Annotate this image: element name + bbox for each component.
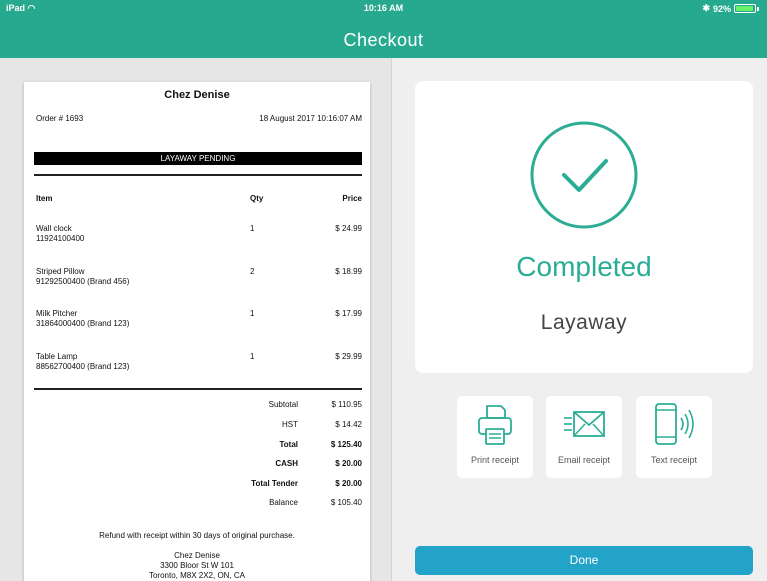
battery-percent: 92% (712, 3, 731, 14)
receipt-pane[interactable]: Chez Denise Order # 1693 18 August 2017 … (0, 58, 392, 581)
total-row-cash: CASH $ 20.00 (24, 459, 370, 470)
clock: 10:16 AM (363, 3, 404, 13)
page-title: Checkout (343, 30, 424, 50)
completion-card: Completed Layaway (415, 81, 753, 373)
item-sku: 31864000400 (Brand 123) (36, 319, 130, 328)
footer-address-line-2: Toronto, M8X 2X2, ON, CA (148, 571, 246, 580)
total-row-balance: Balance $ 105.40 (24, 498, 370, 509)
phone-icon (655, 403, 694, 445)
receipt-divider (34, 388, 362, 390)
receipt-order-number: Order # 1693 (36, 114, 84, 123)
envelope-icon (564, 411, 605, 437)
email-receipt-label: Email receipt (557, 455, 611, 465)
receipt-store-name: Chez Denise (164, 89, 230, 101)
total-row-total: Total $ 125.40 (24, 440, 370, 451)
top-bar: iPad ◠ 10:16 AM ✱ 92% Checkout (0, 0, 767, 58)
done-button[interactable]: Done (415, 546, 753, 575)
item-qty: 1 (250, 309, 255, 318)
total-row-tender: Total Tender $ 20.00 (24, 479, 370, 490)
checkmark-circle-icon (530, 121, 638, 229)
receipt-status-banner: LAYAWAY PENDING (34, 152, 362, 165)
text-receipt-button[interactable]: Text receipt (636, 396, 712, 478)
receipt-line-item: Table Lamp 88562700400 (Brand 123) (36, 352, 129, 372)
receipt-line-item: Striped Pillow 91292500400 (Brand 456) (36, 267, 129, 287)
item-name: Striped Pillow (36, 267, 85, 276)
completed-status: Completed (516, 251, 652, 282)
item-sku: 91292500400 (Brand 456) (36, 277, 130, 286)
item-price: $ 24.99 (335, 224, 362, 233)
total-row-subtotal: Subtotal $ 110.95 (24, 400, 370, 411)
item-sku: 11924100400 (36, 234, 85, 243)
total-label: Subtotal (268, 400, 298, 409)
print-receipt-button[interactable]: Print receipt (457, 396, 533, 478)
item-qty: 2 (250, 267, 255, 276)
status-bar: iPad ◠ 10:16 AM ✱ 92% (0, 0, 767, 17)
column-item-header: Item (36, 194, 53, 203)
receipt-line-item: Wall clock 11924100400 (36, 224, 84, 244)
total-value: $ 14.42 (335, 420, 362, 429)
column-price-header: Price (342, 194, 362, 203)
total-label: HST (282, 420, 298, 429)
item-qty: 1 (250, 352, 255, 361)
total-label: CASH (275, 459, 298, 468)
total-row-hst: HST $ 14.42 (24, 420, 370, 431)
bluetooth-icon: ✱ (702, 3, 710, 13)
battery-icon (734, 4, 756, 13)
item-price: $ 29.99 (335, 352, 362, 361)
refund-policy: Refund with receipt within 30 days of or… (99, 531, 295, 540)
column-qty-header: Qty (250, 194, 264, 203)
total-label: Balance (269, 498, 298, 507)
total-label: Total (279, 440, 298, 449)
item-qty: 1 (250, 224, 255, 233)
item-price: $ 17.99 (335, 309, 362, 318)
total-value: $ 125.40 (330, 440, 362, 449)
total-value: $ 20.00 (335, 479, 362, 488)
total-value: $ 20.00 (335, 459, 362, 468)
email-receipt-button[interactable]: Email receipt (546, 396, 622, 478)
battery-status: ✱ 92% (702, 3, 759, 14)
printer-icon (478, 405, 512, 445)
battery-fill (736, 6, 753, 11)
item-sku: 88562700400 (Brand 123) (36, 362, 130, 371)
footer-address-line-1: 3300 Bloor St W 101 (160, 561, 234, 570)
item-name: Table Lamp (36, 352, 78, 361)
print-receipt-label: Print receipt (470, 455, 520, 465)
receipt-divider (34, 174, 362, 176)
item-name: Wall clock (36, 224, 72, 233)
total-label: Total Tender (251, 479, 298, 488)
transaction-type: Layaway (540, 311, 628, 334)
battery-tip (757, 6, 759, 11)
receipt-preview: Chez Denise Order # 1693 18 August 2017 … (24, 82, 370, 581)
item-name: Milk Pitcher (36, 309, 78, 318)
receipt-date: 18 August 2017 10:16:07 AM (259, 114, 362, 123)
receipt-line-item: Milk Pitcher 31864000400 (Brand 123) (36, 309, 129, 329)
footer-store-name: Chez Denise (174, 551, 220, 560)
text-receipt-label: Text receipt (650, 455, 698, 465)
result-pane: Completed Layaway Print receipt Email re… (393, 58, 767, 581)
total-value: $ 105.40 (330, 498, 362, 507)
total-value: $ 110.95 (331, 400, 362, 409)
item-price: $ 18.99 (335, 267, 362, 276)
